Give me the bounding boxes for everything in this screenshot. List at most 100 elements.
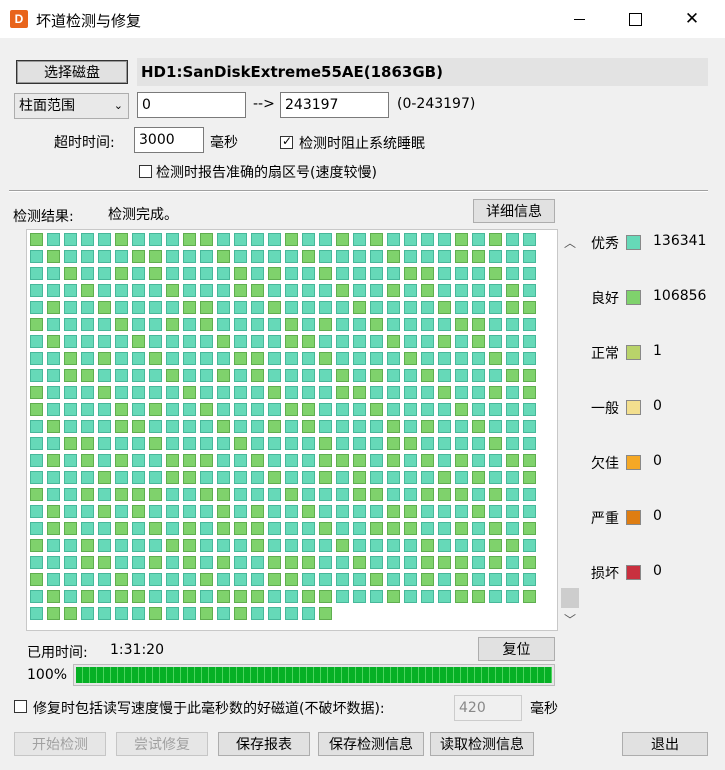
block-cell: [404, 233, 417, 246]
range-mode-select[interactable]: 柱面范围 ⌄: [14, 93, 129, 119]
block-cell: [370, 233, 383, 246]
block-cell: [353, 301, 366, 314]
block-cell: [353, 539, 366, 552]
chevron-up-icon[interactable]: ︿: [561, 233, 579, 251]
legend-label: 优秀: [591, 236, 619, 252]
block-cell: [421, 386, 434, 399]
chevron-down-icon[interactable]: ﹀: [561, 610, 579, 628]
block-cell: [455, 420, 468, 433]
block-cell: [81, 420, 94, 433]
block-cell: [285, 437, 298, 450]
block-cell: [183, 505, 196, 518]
block-cell: [455, 454, 468, 467]
block-cell: [387, 267, 400, 280]
block-cell: [81, 607, 94, 620]
window-title: 坏道检测与修复: [36, 12, 142, 30]
block-cell: [98, 471, 111, 484]
block-cell: [421, 403, 434, 416]
start-scan-button[interactable]: 开始检测: [14, 732, 106, 756]
save-report-button[interactable]: 保存报表: [218, 732, 310, 756]
disk-name: HD1:SanDiskExtreme55AE(1863GB): [137, 58, 708, 86]
block-cell: [421, 437, 434, 450]
scrollbar-thumb[interactable]: [561, 588, 579, 608]
block-cell: [472, 267, 485, 280]
block-cell: [64, 403, 77, 416]
save-scan-info-button[interactable]: 保存检测信息: [318, 732, 424, 756]
block-cell: [115, 284, 128, 297]
elapsed-value: 1:31:20: [110, 642, 164, 658]
block-cell: [47, 318, 60, 331]
block-cell: [64, 284, 77, 297]
exit-button[interactable]: 退出: [622, 732, 708, 756]
block-cell: [455, 386, 468, 399]
block-cell: [200, 233, 213, 246]
repair-slow-checkbox[interactable]: [14, 700, 27, 713]
block-cell: [64, 369, 77, 382]
block-cell: [302, 420, 315, 433]
select-disk-button[interactable]: 选择磁盘: [16, 60, 128, 84]
block-cell: [217, 386, 230, 399]
block-cell: [302, 369, 315, 382]
block-cell: [506, 539, 519, 552]
block-cell: [115, 437, 128, 450]
block-cell: [115, 522, 128, 535]
minimize-button[interactable]: [552, 0, 606, 38]
legend-swatch: [626, 455, 641, 470]
block-cell: [81, 539, 94, 552]
legend-swatch: [626, 565, 641, 580]
block-cell: [336, 352, 349, 365]
block-cell: [98, 522, 111, 535]
try-repair-button[interactable]: 尝试修复: [116, 732, 208, 756]
range-end-input[interactable]: 243197: [280, 92, 389, 118]
block-cell: [234, 488, 247, 501]
block-cell: [489, 284, 502, 297]
block-cell: [353, 471, 366, 484]
timeout-input[interactable]: 3000: [134, 127, 204, 153]
close-button[interactable]: ✕: [665, 0, 719, 38]
block-cell: [506, 522, 519, 535]
block-cell: [200, 437, 213, 450]
block-cell: [30, 505, 43, 518]
block-cell: [319, 488, 332, 501]
block-cell: [251, 352, 264, 365]
block-cell: [166, 284, 179, 297]
block-cell: [421, 250, 434, 263]
maximize-button[interactable]: [608, 0, 662, 38]
range-start-input[interactable]: 0: [137, 92, 246, 118]
block-cell: [149, 454, 162, 467]
block-cell: [387, 233, 400, 246]
block-cell: [472, 403, 485, 416]
prevent-sleep-checkbox[interactable]: ✓: [280, 134, 293, 149]
block-cell: [370, 522, 383, 535]
block-cell: [472, 556, 485, 569]
repair-threshold-input[interactable]: 420: [454, 695, 522, 721]
details-button[interactable]: 详细信息: [473, 199, 555, 223]
block-cell: [489, 369, 502, 382]
block-cell: [523, 386, 536, 399]
legend-label: 一般: [591, 401, 619, 417]
block-cell: [404, 335, 417, 348]
block-cell: [506, 267, 519, 280]
block-cell: [268, 590, 281, 603]
load-scan-info-button[interactable]: 读取检测信息: [430, 732, 534, 756]
reset-button[interactable]: 复位: [478, 637, 555, 661]
legend-swatch: [626, 290, 641, 305]
block-cell: [506, 352, 519, 365]
report-sector-checkbox[interactable]: [139, 165, 152, 178]
block-cell: [149, 250, 162, 263]
block-cell: [81, 590, 94, 603]
block-cell: [132, 369, 145, 382]
block-cell: [336, 403, 349, 416]
block-cell: [353, 369, 366, 382]
block-cell: [489, 471, 502, 484]
progress-bar: [73, 664, 555, 686]
block-cell: [132, 233, 145, 246]
block-cell: [200, 573, 213, 586]
legend-count: 136341: [653, 233, 707, 249]
block-cell: [30, 420, 43, 433]
block-cell: [404, 471, 417, 484]
block-cell: [149, 471, 162, 484]
block-cell: [183, 250, 196, 263]
block-cell: [183, 471, 196, 484]
block-cell: [98, 539, 111, 552]
